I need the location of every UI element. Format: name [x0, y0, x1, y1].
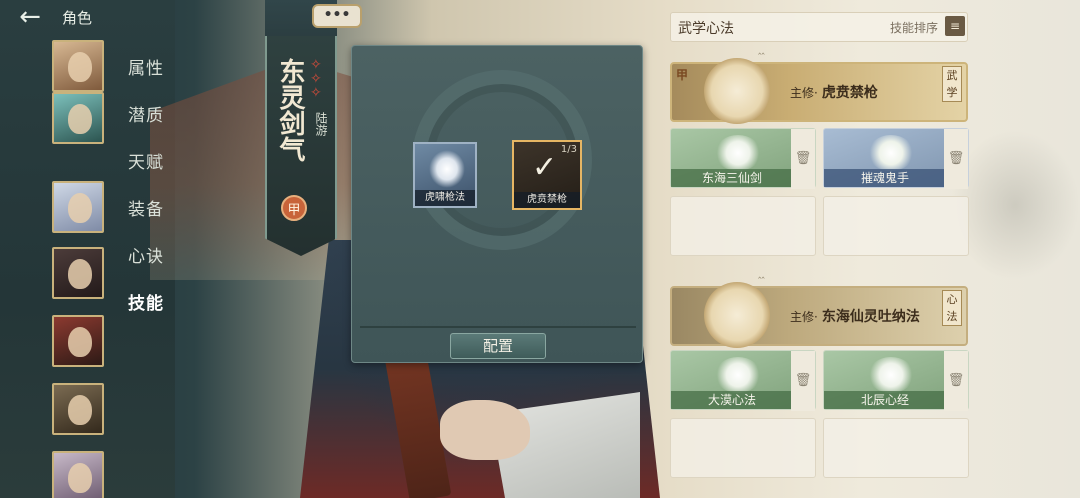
avatar[interactable] — [52, 383, 104, 435]
chat-bubble-button[interactable]: ••• — [312, 4, 362, 28]
menu-item-skills[interactable]: 技能 — [128, 289, 164, 314]
arrow-left-icon: ← — [19, 2, 41, 32]
bird-decor-icon: ‸‸ — [758, 44, 765, 55]
main-mind-name: 东海仙灵吐纳法 — [821, 309, 920, 325]
skill-sort-button[interactable]: 技能排序 — [890, 19, 938, 36]
skill-name: 虎贲禁枪 — [514, 192, 580, 208]
trash-icon[interactable]: 🗑 — [791, 129, 815, 189]
menu-row-avatar-5[interactable] — [52, 313, 172, 369]
main-martial-name: 虎贲禁枪 — [821, 85, 878, 101]
spearman-icon — [429, 150, 465, 188]
background-pavilion — [950, 130, 1080, 280]
empty-martial-slot-1[interactable] — [670, 196, 816, 256]
hand-art — [440, 400, 530, 460]
sub-skill-name: 北辰心经 — [824, 391, 946, 409]
top-header: ← 角色 — [0, 0, 170, 34]
menu-item-attributes[interactable]: 属性 — [128, 54, 164, 79]
menu-item-potential[interactable]: 潜质 — [128, 101, 164, 126]
page-title: 角色 — [62, 8, 93, 27]
sub-skill-name: 东海三仙剑 — [671, 169, 793, 187]
grade-tag: 甲 — [676, 68, 689, 82]
sub-mind-slot-2[interactable]: 北辰心经 🗑 — [823, 350, 969, 411]
trash-icon[interactable]: 🗑 — [944, 129, 968, 189]
checkmark-icon: ✓ — [532, 150, 558, 185]
empty-mind-slot-2[interactable] — [823, 418, 969, 478]
back-button[interactable]: ← — [6, 2, 54, 32]
skill-name: 虎啸枪法 — [415, 190, 475, 206]
main-prefix: 主修· — [790, 86, 818, 100]
main-mind-label: 主修· 东海仙灵吐纳法 — [790, 306, 920, 326]
seal-mark-icon: ✧ ✧ ✧ — [310, 57, 322, 101]
trash-icon[interactable]: 🗑 — [791, 351, 815, 411]
menu-row-avatar-7[interactable] — [52, 449, 172, 498]
meditation-icon — [868, 357, 914, 393]
popup-divider — [360, 326, 636, 328]
menu-row-avatar-6[interactable] — [52, 381, 172, 437]
category-tag: 心法 — [942, 290, 962, 326]
martial-section-title: 武学心法 — [678, 21, 734, 37]
bird-decor-icon: ‸‸ — [758, 268, 765, 279]
skill-count: 1/3 — [560, 144, 577, 155]
sort-icon[interactable]: ≡ — [945, 16, 965, 36]
ghost-hand-icon — [868, 135, 914, 171]
empty-mind-slot-1[interactable] — [670, 418, 816, 478]
meditation-icon — [704, 282, 770, 348]
trash-icon[interactable]: 🗑 — [944, 351, 968, 411]
sub-skill-name: 大漠心法 — [671, 391, 793, 409]
avatar[interactable] — [52, 451, 104, 498]
skill-card-tiger-roar[interactable]: 虎啸枪法 — [413, 142, 477, 208]
menu-item-equipment[interactable]: 装备 — [128, 195, 164, 220]
main-martial-label: 主修· 虎贲禁枪 — [790, 82, 878, 102]
category-tag: 武学 — [942, 66, 962, 102]
sub-mind-slot-1[interactable]: 大漠心法 🗑 — [670, 350, 816, 411]
config-button[interactable]: 配置 — [450, 333, 546, 359]
avatar[interactable] — [52, 315, 104, 367]
spear-warrior-icon — [704, 58, 770, 124]
main-martial-slot[interactable]: 甲 主修· 虎贲禁枪 武学 — [670, 58, 968, 124]
main-prefix: 主修· — [790, 310, 818, 324]
skill-card-tiger-spear[interactable]: 1/3 ✓ 虎贲禁枪 — [512, 140, 582, 210]
sub-skill-name: 摧魂鬼手 — [824, 169, 946, 187]
character-grade-badge: 甲 — [281, 195, 307, 221]
sub-martial-slot-2[interactable]: 摧魂鬼手 🗑 — [823, 128, 969, 189]
character-school: 陆游 — [314, 112, 328, 136]
sub-martial-slot-1[interactable]: 东海三仙剑 🗑 — [670, 128, 816, 189]
meditation-icon — [715, 357, 761, 393]
swordsman-icon — [715, 135, 761, 171]
character-name: 东灵剑气 — [275, 58, 305, 162]
main-mind-slot[interactable]: 主修· 东海仙灵吐纳法 心法 — [670, 282, 968, 348]
menu-item-talent[interactable]: 天赋 — [128, 148, 164, 173]
empty-martial-slot-2[interactable] — [823, 196, 969, 256]
